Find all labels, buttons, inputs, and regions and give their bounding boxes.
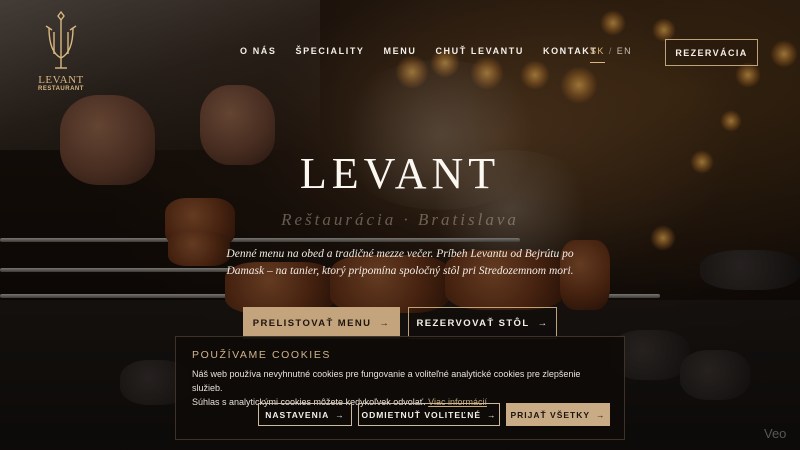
hero-subtitle: Reštaurácia · Bratislava: [281, 210, 519, 229]
lang-en[interactable]: EN: [617, 46, 632, 63]
reserve-table-label: REZERVOVAŤ STÔL: [416, 317, 530, 329]
cookie-title: POUŽÍVAME COOKIES: [192, 349, 332, 361]
reservation-button[interactable]: REZERVÁCIA: [665, 39, 758, 66]
hero-description: Denné menu na obed a tradičné mezze veče…: [226, 248, 574, 277]
cookie-text-line1: Náš web používa nevyhnutné cookies pre f…: [192, 369, 581, 393]
reject-optional-label: ODMIETNUŤ VOLITEĽNÉ: [361, 409, 482, 420]
arrow-right-icon: →: [335, 409, 345, 420]
cookie-settings-label: NASTAVENIA: [265, 409, 330, 420]
trident-logo-icon: [45, 10, 77, 69]
arrow-right-icon: →: [596, 409, 606, 420]
lang-sk[interactable]: SK: [590, 46, 605, 63]
browse-menu-label: PRELISTOVAŤ MENU: [252, 317, 372, 329]
cookie-banner: POUŽÍVAME COOKIES Náš web používa nevyhn…: [175, 336, 625, 440]
logo-subtitle: RESTAURANT: [38, 86, 84, 92]
main-nav: O NÁS ŠPECIALITY MENU CHUŤ LEVANTU KONTA…: [240, 46, 598, 56]
language-switcher: SK / EN: [590, 46, 632, 63]
reject-optional-button[interactable]: ODMIETNUŤ VOLITEĽNÉ →: [358, 403, 500, 426]
logo[interactable]: LEVANT RESTAURANT: [38, 10, 84, 92]
hero-title: LEVANT: [299, 149, 501, 198]
logo-name: LEVANT: [38, 74, 84, 86]
lang-separator: /: [608, 46, 613, 56]
arrow-right-icon: →: [379, 317, 391, 329]
arrow-right-icon: →: [487, 409, 497, 420]
accept-all-label: PRIJAŤ VŠETKY: [510, 409, 591, 420]
nav-item-about[interactable]: O NÁS: [240, 46, 277, 56]
browse-menu-button[interactable]: PRELISTOVAŤ MENU →: [243, 307, 400, 339]
nav-item-taste-of-levant[interactable]: CHUŤ LEVANTU: [435, 46, 524, 56]
cookie-settings-button[interactable]: NASTAVENIA →: [258, 403, 352, 426]
veo-watermark: Veo: [764, 426, 787, 441]
arrow-right-icon: →: [537, 317, 549, 329]
nav-item-specialities[interactable]: ŠPECIALITY: [296, 46, 365, 56]
reserve-table-button[interactable]: REZERVOVAŤ STÔL →: [408, 307, 557, 339]
nav-item-menu[interactable]: MENU: [384, 46, 417, 56]
accept-all-button[interactable]: PRIJAŤ VŠETKY →: [506, 403, 610, 426]
